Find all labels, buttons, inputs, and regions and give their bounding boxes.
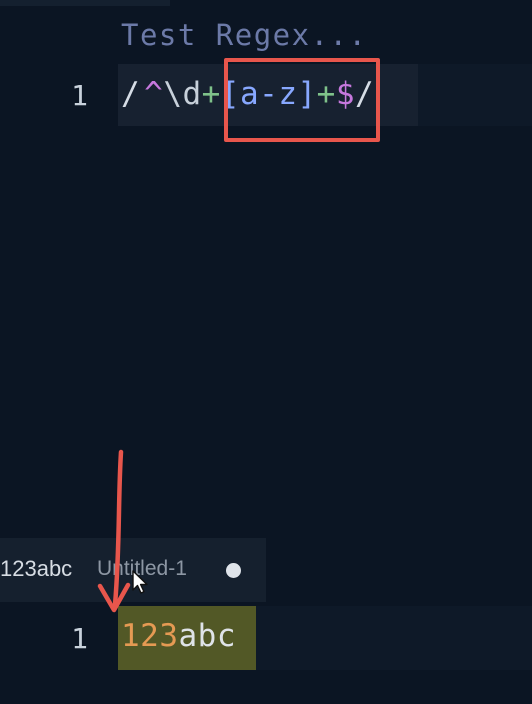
- top-tab-edge: [0, 0, 170, 6]
- test-text-letters: abc: [178, 618, 236, 654]
- tab-title: 123abc: [0, 556, 73, 581]
- test-current-line[interactable]: [256, 606, 532, 670]
- regex-open-slash: /: [121, 76, 141, 112]
- regex-anchor-start: ^: [144, 76, 164, 112]
- regex-placeholder: Test Regex...: [121, 18, 368, 52]
- test-text-digits: 123: [121, 618, 179, 654]
- regex-line-number: 1: [71, 79, 88, 112]
- test-line-number: 1: [71, 622, 88, 655]
- tab-bar-empty: [266, 538, 532, 602]
- test-text[interactable]: 123abc: [121, 618, 236, 654]
- regex-plus-quantifier: +: [201, 76, 221, 112]
- regex-digit-class: \d: [163, 76, 202, 112]
- top-tab-strip: [0, 0, 532, 10]
- app-window: Test Regex... 1 /^\d+[a-z]+$/ 123abc Unt…: [0, 0, 532, 704]
- cursor-pointer-icon: [132, 570, 148, 594]
- regex-line-gutter-rest: [418, 64, 532, 126]
- annotation-highlight-box: [224, 58, 380, 142]
- unsaved-dot-icon[interactable]: [226, 563, 241, 578]
